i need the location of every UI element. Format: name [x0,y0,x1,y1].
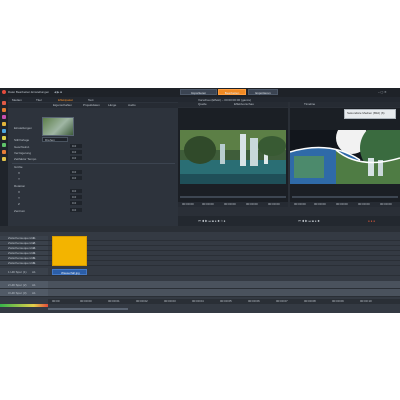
image-clip[interactable]: Wasserfall.jpg [52,269,87,275]
effect-clip[interactable] [52,236,87,266]
audio-level-meter [0,304,48,307]
size-y-field[interactable]: 0.0 [70,176,82,180]
left-toolbar [0,97,8,227]
prop-label: Zeitfaktor Tempo [14,157,37,161]
center-field[interactable]: 0.0 [70,208,82,212]
style-label: Stil/Vorlage [14,138,30,142]
sub-tab-bar: Eigenschaften Projektdaten Länge Audio [8,103,178,108]
record-icons[interactable]: ● ● ● [368,219,375,223]
track-header: Zwischensequenz 1 A1 [0,236,48,240]
tab-effects[interactable]: Effektpaket [58,98,73,102]
timeline-toolbar [0,226,400,232]
track-header: Zwischensequenz 2 A1 [0,241,48,245]
color-icon[interactable] [2,143,6,147]
tab-effect-preview[interactable]: Effektvorschau [234,102,254,106]
effects-icon[interactable] [2,108,6,112]
timeline-panel: Zwischensequenz 1 A1 Zwischensequenz 2 A1 … [0,226,400,313]
composite-image [290,130,400,184]
tooltip: Sekundäre Medien (Bild) (6) [344,109,396,119]
track-header: 3 HD Spur (3) A1 [0,289,48,296]
menu-bar[interactable]: Datei Bearbeiten Einstellungen [8,90,49,94]
rot-z-label: Z [18,202,20,206]
prop-label: Verzögerung [14,151,32,155]
track-header: Zwischensequenz 5 A1 [0,256,48,260]
prop-value-field[interactable]: 0.0 [70,150,82,154]
title-bar: Datei Bearbeiten Einstellungen ◀ ▶ ■ Imp… [0,88,400,97]
section-size[interactable]: Größe [14,165,23,169]
waterfall-image [180,130,286,184]
subtab-length[interactable]: Länge [108,103,116,107]
timeline-preview[interactable]: Sekundäre Medien (Bild) (6) [290,108,400,202]
track-header: 2 HD Spur (2) A1 [0,281,48,288]
right-preview-tabs: Timeline [290,102,400,107]
source-preview[interactable] [178,108,288,202]
subtab-properties[interactable]: Eigenschaften [53,103,72,107]
rot-y-field[interactable]: 0.0 [70,195,82,199]
prop-value-field[interactable]: 0.0 [70,144,82,148]
transport-bar: ⏮ ◀ ▶ ⏭ ■ ● ◆ ◇ ⏺ ⏮ ◀ ▶ ⏭ ■ ● ◆ ● ● ● [178,216,400,226]
panel-tab-bar: Medien Titel Effektpaket Text [8,97,178,102]
subtab-project[interactable]: Projektdaten [83,103,100,107]
left-preview-tabs: Quelle Effektvorschau [178,102,288,107]
size-x-field[interactable]: 0.0 [70,170,82,174]
tab-titles[interactable]: Titel [36,98,42,102]
source-ruler: 00:00:00 00:00:00 00:00:00 00:00:00 00:0… [178,202,288,207]
app-logo-icon [2,90,6,94]
timeline-ruler-top: 00:00:00 00:00:00 00:00:00 00:00:00 00:0… [290,202,400,207]
timeline-ruler[interactable]: 00:00 00:00:00 00:00:01 00:00:02 00:00:0… [48,299,400,304]
track-row-selected[interactable]: 3 HD Spur (3) A1 [0,289,400,297]
rot-x-field[interactable]: 0.0 [70,189,82,193]
library-icon[interactable] [2,101,6,105]
size-y-label: Y [18,177,21,181]
divider [12,163,175,164]
section-center[interactable]: Zentrum [14,209,25,213]
track-header: Zwischensequenz 4 A1 [0,251,48,255]
effect-thumbnail [42,117,74,136]
tab-media[interactable]: Medien [12,98,22,102]
source-scrubber[interactable] [180,196,286,198]
timeline-scrubber[interactable] [292,196,398,198]
transitions-icon[interactable] [2,115,6,119]
subtab-audio[interactable]: Audio [128,103,136,107]
size-x-label: X [18,171,21,175]
mode-import-button[interactable]: Importieren [180,89,217,95]
transport-controls-icon[interactable]: ⏮ ◀ ▶ ⏭ ■ ● ◆ ◇ ⏺ [198,219,225,223]
menu-icon[interactable] [2,157,6,161]
montage-icon[interactable] [2,129,6,133]
rot-y-label: Y [18,196,21,200]
settings-label: Einstellungen [14,126,33,130]
transport-controls-right-icon[interactable]: ⏮ ◀ ▶ ⏭ ■ ● ◆ [298,219,320,223]
effect-settings-panel: Medien Titel Effektpaket Text Eigenschaf… [8,97,178,226]
style-dropdown[interactable]: Drehen [42,137,68,142]
audio-icon[interactable] [2,136,6,140]
section-rotation[interactable]: Rotation [14,184,25,188]
tab-source[interactable]: Quelle [198,102,207,106]
timeline-scrollbar[interactable] [48,308,128,310]
tools-icon[interactable] [2,150,6,154]
mode-export-button[interactable]: Exportieren [248,89,278,95]
track-row-selected[interactable]: 2 HD Spur (2) A1 [0,281,400,289]
rot-z-field[interactable]: 0.0 [70,201,82,205]
mode-edit-button[interactable]: Bearbeiten [218,89,246,95]
tab-timeline[interactable]: Timeline [304,102,315,106]
window-controls[interactable]: – ▢ ✕ [378,90,387,94]
video-editor-window: Datei Bearbeiten Einstellungen ◀ ▶ ■ Imp… [0,88,400,313]
tab-text[interactable]: Text [88,98,94,102]
track-header: 1 HD Spur (1) A1 [0,268,48,275]
rot-x-label: X [18,190,21,194]
playback-controls-icon[interactable]: ◀ ▶ ■ [54,90,62,94]
prop-value-field[interactable]: 0.0 [70,156,82,160]
titles-icon[interactable] [2,122,6,126]
track-header: Zwischensequenz 6 A1 [0,261,48,265]
prop-label: Geschwind. [14,145,30,149]
track-header: Zwischensequenz 3 A1 [0,246,48,250]
